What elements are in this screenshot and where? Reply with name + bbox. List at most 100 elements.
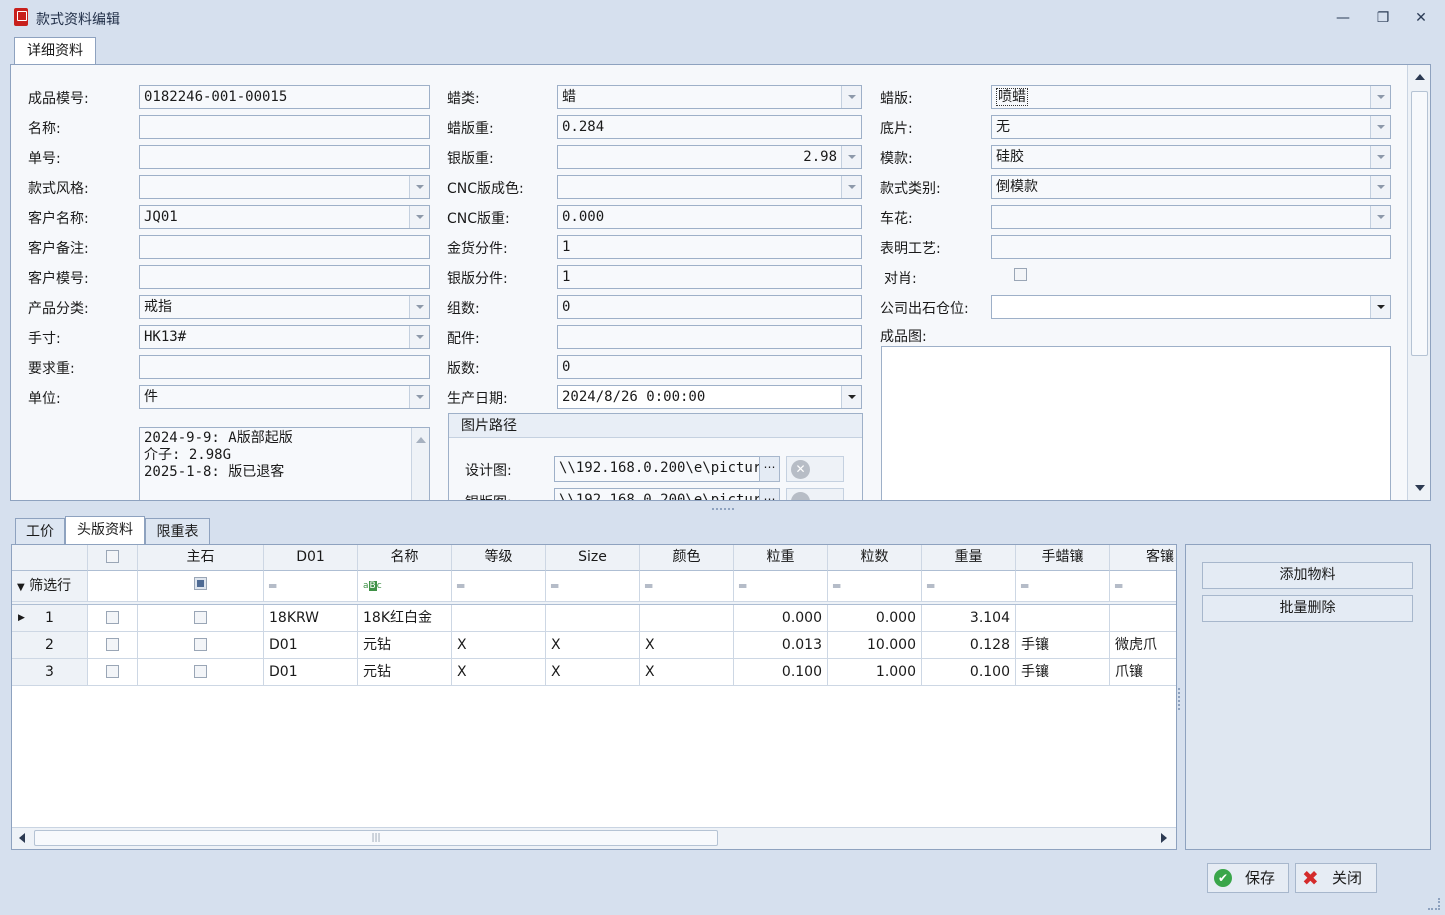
browse-ellipsis-button-2[interactable]: ⋯ <box>759 488 780 500</box>
product-category-select[interactable]: 戒指 <box>139 295 430 319</box>
equals-icon[interactable]: ═ <box>452 571 546 602</box>
chevron-down-icon[interactable] <box>1370 206 1390 228</box>
main-stone-checkbox[interactable] <box>194 665 207 678</box>
tab-labor-cost[interactable]: 工价 <box>15 518 65 545</box>
cnc-weight-field[interactable]: 0.000 <box>557 205 862 229</box>
scroll-thumb[interactable] <box>1411 91 1428 356</box>
weight-cell[interactable]: 0.100 <box>922 659 1016 686</box>
engraving-select[interactable] <box>991 205 1391 229</box>
chevron-down-icon[interactable] <box>1370 116 1390 138</box>
remarks-memo[interactable]: 2024-9-9: A版部起版 介子: 2.98G 2025-1-8: 版已退客 <box>139 427 430 500</box>
close-window-icon[interactable]: ✕ <box>1410 8 1432 28</box>
col-header-hand-wax-set[interactable]: 手蜡镶 <box>1016 545 1110 571</box>
unit-weight-cell[interactable]: 0.013 <box>734 632 828 659</box>
customer-name-select[interactable]: JQ01 <box>139 205 430 229</box>
main-stone-checkbox[interactable] <box>194 638 207 651</box>
style-category-select[interactable]: 倒模款 <box>991 175 1391 199</box>
equals-icon[interactable]: ═ <box>546 571 640 602</box>
vertical-splitter-icon[interactable] <box>1178 688 1182 710</box>
unit-select[interactable]: 件 <box>139 385 430 409</box>
d01-cell[interactable]: D01 <box>264 632 358 659</box>
scroll-thumb[interactable]: ||| <box>34 830 718 846</box>
text-filter-icon[interactable]: aBc <box>358 571 452 602</box>
col-header-color[interactable]: 颜色 <box>640 545 734 571</box>
grade-cell[interactable]: X <box>452 632 546 659</box>
wax-plate-select[interactable]: 喷蜡 <box>991 85 1391 109</box>
silver-weight-select[interactable]: 2.98 <box>557 145 862 169</box>
gold-parts-field[interactable]: 1 <box>557 235 862 259</box>
scroll-up-icon[interactable] <box>1415 74 1425 80</box>
row-checkbox[interactable] <box>106 611 119 624</box>
col-header-size[interactable]: Size <box>546 545 640 571</box>
save-button[interactable]: ✔ 保存 <box>1207 863 1289 893</box>
chevron-down-icon[interactable] <box>841 146 861 168</box>
col-header-count[interactable]: 粒数 <box>828 545 922 571</box>
tab-details[interactable]: 详细资料 <box>14 37 96 64</box>
equals-icon[interactable]: ═ <box>734 571 828 602</box>
required-weight-field[interactable] <box>139 355 430 379</box>
chevron-down-icon[interactable] <box>1370 86 1390 108</box>
count-cell[interactable]: 10.000 <box>828 632 922 659</box>
add-material-button[interactable]: 添加物料 <box>1202 562 1413 589</box>
chevron-down-icon[interactable] <box>841 386 861 408</box>
wax-type-select[interactable]: 蜡 <box>557 85 862 109</box>
unit-weight-cell[interactable]: 0.100 <box>734 659 828 686</box>
customer-mold-no-field[interactable] <box>139 265 430 289</box>
clear-button-2[interactable] <box>786 488 844 500</box>
setting-cell[interactable]: 爪镶 <box>1110 659 1176 686</box>
group-count-field[interactable]: 0 <box>557 295 862 319</box>
minimize-icon[interactable]: — <box>1332 8 1354 28</box>
close-button[interactable]: ✖ 关闭 <box>1295 863 1377 893</box>
main-stone-cell[interactable] <box>138 632 264 659</box>
chevron-down-icon[interactable] <box>409 206 429 228</box>
row-select-cell[interactable] <box>88 632 138 659</box>
select-all-header[interactable] <box>88 545 138 571</box>
chevron-down-icon[interactable] <box>409 176 429 198</box>
unit-weight-cell[interactable]: 0.000 <box>734 605 828 632</box>
splitter-grip-icon[interactable] <box>712 508 734 512</box>
setting-cell[interactable] <box>1110 605 1176 632</box>
row-select-cell[interactable] <box>88 659 138 686</box>
browse-ellipsis-button[interactable]: ⋯ <box>759 456 780 482</box>
ring-size-select[interactable]: HK13# <box>139 325 430 349</box>
grade-cell[interactable]: X <box>452 659 546 686</box>
name-cell[interactable]: 18K红白金 <box>358 605 452 632</box>
product-mold-no-field[interactable]: 0182246-001-00015 <box>139 85 430 109</box>
memo-scrollbar[interactable] <box>411 428 429 500</box>
filter-cell[interactable] <box>138 571 264 602</box>
grid-horizontal-scrollbar[interactable]: ||| <box>12 827 1176 849</box>
scroll-left-icon[interactable] <box>19 833 25 843</box>
col-header-name[interactable]: 名称 <box>358 545 452 571</box>
main-stone-cell[interactable] <box>138 605 264 632</box>
chevron-down-icon[interactable] <box>1370 146 1390 168</box>
equals-icon[interactable]: ═ <box>640 571 734 602</box>
col-header-grade[interactable]: 等级 <box>452 545 546 571</box>
row-number[interactable]: 3 <box>12 659 88 686</box>
grade-cell[interactable] <box>452 605 546 632</box>
count-cell[interactable]: 1.000 <box>828 659 922 686</box>
equals-icon[interactable]: ═ <box>1016 571 1110 602</box>
silver-parts-field[interactable]: 1 <box>557 265 862 289</box>
weight-cell[interactable]: 3.104 <box>922 605 1016 632</box>
accessories-field[interactable] <box>557 325 862 349</box>
setting-cell[interactable]: 微虎爪 <box>1110 632 1176 659</box>
customer-note-field[interactable] <box>139 235 430 259</box>
chevron-down-icon[interactable] <box>409 296 429 318</box>
hand-wax-cell[interactable]: 手镶 <box>1016 659 1110 686</box>
chevron-down-icon[interactable] <box>1370 296 1390 318</box>
col-header-d01[interactable]: D01 <box>264 545 358 571</box>
filter-cell[interactable] <box>88 571 138 602</box>
color-cell[interactable]: X <box>640 659 734 686</box>
equals-icon[interactable]: ═ <box>264 571 358 602</box>
d01-cell[interactable]: D01 <box>264 659 358 686</box>
product-image-box[interactable] <box>881 346 1391 500</box>
name-cell[interactable]: 元钻 <box>358 632 452 659</box>
name-cell[interactable]: 元钻 <box>358 659 452 686</box>
row-checkbox[interactable] <box>106 665 119 678</box>
tab-first-version[interactable]: 头版资料 <box>65 516 145 545</box>
filter-checkbox[interactable] <box>194 577 207 590</box>
mold-type-select[interactable]: 硅胶 <box>991 145 1391 169</box>
resize-grip-icon[interactable] <box>1428 898 1440 910</box>
name-field[interactable] <box>139 115 430 139</box>
style-select[interactable] <box>139 175 430 199</box>
